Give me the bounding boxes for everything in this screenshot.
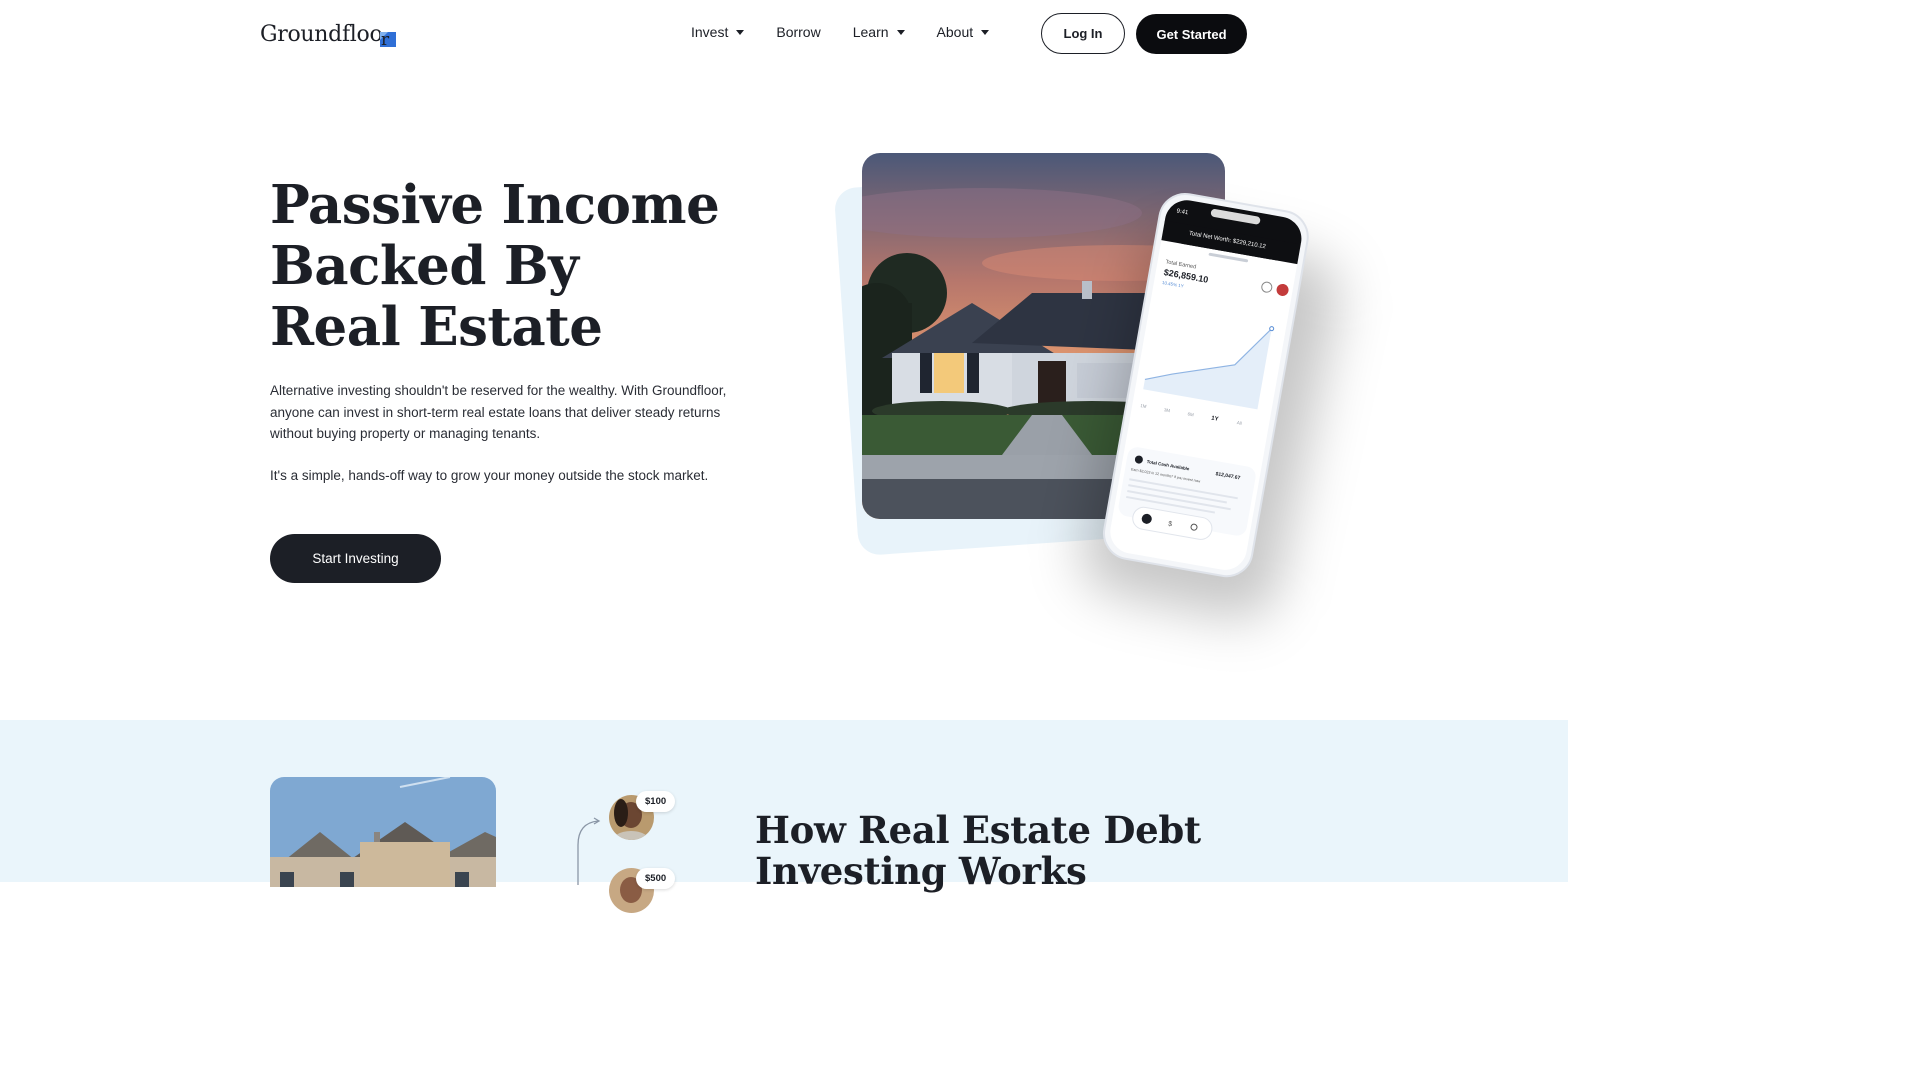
svg-text:r: r <box>381 30 390 47</box>
chevron-down-icon <box>896 30 905 35</box>
logo-mark-icon: r <box>380 28 397 50</box>
hero-description: Alternative investing shouldn't be reser… <box>270 383 727 441</box>
phone-range-all[interactable]: All <box>1236 420 1242 426</box>
phone-range-1y[interactable]: 1Y <box>1211 416 1219 423</box>
chevron-down-icon <box>981 30 990 35</box>
hero-title-line-1: Passive Income <box>270 174 720 236</box>
amount-badge-500: $500 <box>636 868 676 889</box>
main-nav: Invest Borrow Learn About <box>691 24 990 40</box>
flow-connector <box>577 817 601 885</box>
hero-title-line-3: Real Estate <box>270 296 603 358</box>
nav-learn-label: Learn <box>852 24 889 40</box>
section-house-photo <box>270 777 496 887</box>
start-investing-button[interactable]: Start Investing <box>270 534 441 583</box>
section-title-line-1: How Real Estate Debt <box>755 808 1201 852</box>
nav-learn[interactable]: Learn <box>853 24 905 40</box>
nav-about-label: About <box>936 24 974 40</box>
section-title-line-2: Investing Works <box>755 849 1087 893</box>
amount-badge-100: $100 <box>636 791 676 812</box>
hero-title: Passive Income Backed By Real Estate <box>270 174 720 358</box>
logo[interactable]: Groundfloo r <box>260 22 397 50</box>
get-started-button[interactable]: Get Started <box>1136 14 1247 54</box>
nav-invest[interactable]: Invest <box>691 24 745 40</box>
phone-mockup: 9:41 Total Net Worth: $229,210.12 Total … <box>1100 192 1309 580</box>
nav-invest-label: Invest <box>691 24 729 40</box>
nav-borrow[interactable]: Borrow <box>776 24 820 40</box>
section-title: How Real Estate Debt Investing Works <box>755 810 1201 892</box>
nav-borrow-label: Borrow <box>776 24 821 40</box>
site-header: Groundfloo r Invest Borrow Learn About L… <box>0 0 1568 68</box>
login-button[interactable]: Log In <box>1041 13 1125 54</box>
hero-subdescription: It's a simple, hands-off way to grow you… <box>270 468 709 483</box>
nav-about[interactable]: About <box>937 24 990 40</box>
chevron-down-icon <box>736 30 745 35</box>
logo-text: Groundfloo <box>260 22 383 47</box>
hero-title-line-2: Backed By <box>270 235 579 297</box>
